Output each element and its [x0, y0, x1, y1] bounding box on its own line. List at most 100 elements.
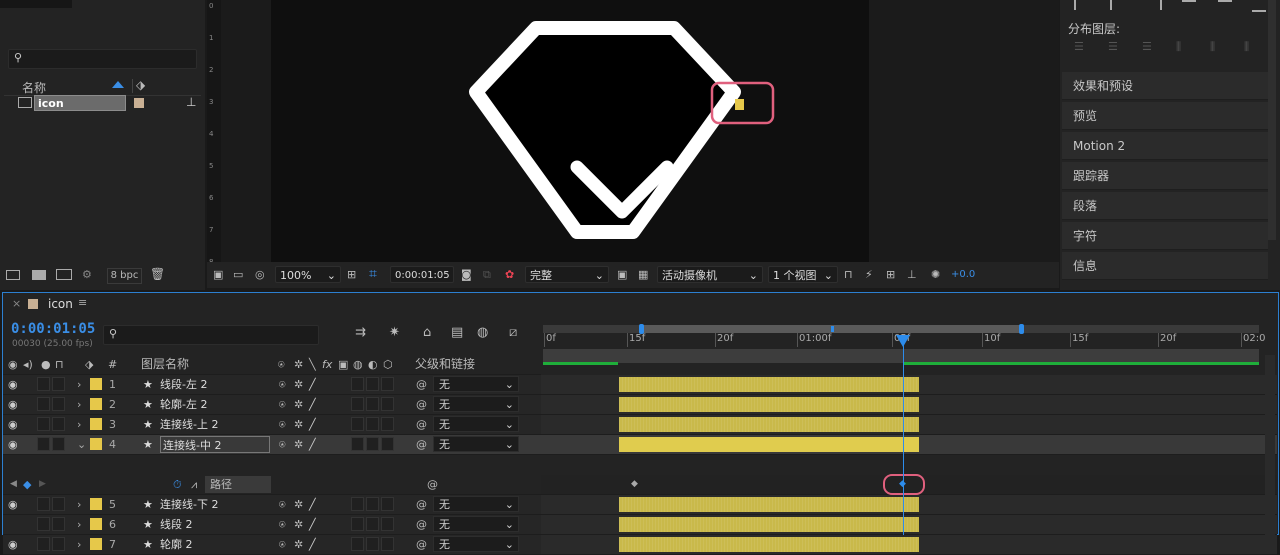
chevron-right-icon[interactable]: › — [77, 496, 81, 513]
adjustment-toggle[interactable] — [366, 537, 379, 551]
layer-duration-bar[interactable] — [619, 537, 919, 552]
shy-switch-icon[interactable]: ⍟ — [278, 356, 285, 373]
next-keyframe-icon[interactable]: ▶ — [39, 476, 46, 493]
exposure-reset-icon[interactable]: ✺ — [931, 266, 940, 283]
shy-switch-icon[interactable]: ⍟ — [279, 436, 286, 453]
column-name-label[interactable]: 名称 — [22, 79, 46, 96]
timeline-search-input[interactable]: ⚲ — [103, 325, 319, 345]
adjustment-toggle[interactable] — [366, 377, 379, 391]
draft-3d-icon[interactable]: ✷ — [389, 325, 400, 340]
motion-blur-toggle[interactable] — [351, 377, 364, 391]
layer-duration-bar[interactable] — [619, 517, 919, 532]
3d-toggle[interactable] — [381, 437, 394, 451]
new-composition-icon[interactable] — [56, 269, 72, 280]
chevron-right-icon[interactable]: › — [77, 416, 81, 433]
frame-blend-switch-icon[interactable]: ▣ — [338, 356, 348, 373]
solo-toggle[interactable] — [37, 377, 50, 391]
pick-whip-icon[interactable]: @ — [416, 496, 427, 513]
motion-blur-toggle[interactable] — [351, 497, 364, 511]
collapse-switch-icon[interactable]: ✲ — [294, 536, 303, 553]
trash-icon[interactable]: 🗑 — [150, 267, 165, 281]
playhead-handle[interactable] — [896, 335, 910, 347]
right-panel-scrollbar[interactable] — [1268, 0, 1276, 240]
layer-track[interactable] — [541, 395, 1277, 415]
show-snapshot-icon[interactable]: ⧉ — [483, 266, 491, 283]
distribute-right-icon[interactable]: ⫼ — [1244, 40, 1249, 54]
quality-switch-icon[interactable]: ╱ — [309, 496, 316, 513]
layer-name[interactable]: 连接线-上 2 — [160, 416, 218, 433]
align-bottom-icon[interactable] — [1252, 0, 1266, 12]
collapse-switch-icon[interactable]: ✲ — [294, 516, 303, 533]
safe-margins-icon[interactable]: ⊞ — [347, 266, 356, 283]
pick-whip-icon[interactable]: @ — [416, 536, 427, 553]
layer-label-color[interactable] — [90, 498, 102, 510]
close-icon[interactable]: × — [12, 297, 21, 310]
shy-switch-icon[interactable]: ⍟ — [279, 396, 286, 413]
quality-switch-icon[interactable]: ╱ — [309, 396, 316, 413]
collapse-switch-icon[interactable]: ✲ — [294, 376, 303, 393]
motion-blur-toggle[interactable] — [351, 537, 364, 551]
solo-toggle[interactable] — [37, 397, 50, 411]
audio-icon[interactable]: ◂) — [23, 356, 33, 373]
chevron-right-icon[interactable]: › — [77, 536, 81, 553]
lock-icon[interactable]: ⊓ — [55, 356, 64, 373]
timeline-track-area[interactable]: 0f15f20f01:00f05f10f15f20f02:0 ◆ ◆ — [541, 315, 1277, 555]
camera-dropdown[interactable]: 活动摄像机 ⌄ — [657, 266, 763, 283]
layer-duration-bar[interactable] — [619, 377, 919, 392]
quality-switch-icon[interactable]: ╲ — [309, 356, 316, 373]
panel-motion-2[interactable]: Motion 2 — [1062, 132, 1268, 160]
layer-track[interactable] — [541, 415, 1277, 435]
motion-blur-toggle[interactable] — [351, 517, 364, 531]
parent-dropdown[interactable]: 无 ⌄ — [433, 496, 519, 512]
always-preview-icon[interactable]: ▣ — [213, 266, 223, 283]
collapse-switch-icon[interactable]: ✲ — [294, 356, 303, 373]
work-area-bar[interactable] — [543, 349, 1259, 363]
shy-switch-icon[interactable]: ⍟ — [279, 536, 286, 553]
panel-tracker[interactable]: 跟踪器 — [1062, 162, 1268, 190]
adjustment-toggle[interactable] — [366, 397, 379, 411]
effects-switch-icon[interactable]: fx — [322, 356, 332, 373]
layer-label-color[interactable] — [90, 538, 102, 550]
composition-canvas[interactable] — [271, 0, 869, 262]
transparency-grid-icon[interactable]: ▦ — [638, 266, 648, 283]
quality-switch-icon[interactable]: ╱ — [309, 436, 316, 453]
layer-track[interactable] — [541, 435, 1277, 455]
solo-toggle[interactable] — [37, 517, 50, 531]
layer-row[interactable]: ◉ › 2 ★ 轮廓-左 2 ⍟ ✲ ╱ @ 无 ⌄ — [3, 395, 541, 415]
adjustment-toggle[interactable] — [366, 497, 379, 511]
collapse-switch-icon[interactable]: ✲ — [294, 396, 303, 413]
layer-name[interactable]: 线段-左 2 — [160, 376, 207, 393]
layer-row[interactable]: ◉ › 3 ★ 连接线-上 2 ⍟ ✲ ╱ @ 无 ⌄ — [3, 415, 541, 435]
solo-toggle[interactable] — [37, 537, 50, 551]
3d-toggle[interactable] — [381, 517, 394, 531]
layer-duration-bar[interactable] — [619, 417, 919, 432]
layer-row[interactable]: ◉ › 7 ★ 轮廓 2 ⍟ ✲ ╱ @ 无 ⌄ — [3, 535, 541, 555]
3d-toggle[interactable] — [381, 537, 394, 551]
eye-icon[interactable]: ◉ — [8, 536, 18, 553]
layer-row[interactable]: › 6 ★ 线段 2 ⍟ ✲ ╱ @ 无 ⌄ — [3, 515, 541, 535]
monitor-icon[interactable]: ▭ — [233, 266, 243, 283]
lock-toggle[interactable] — [52, 517, 65, 531]
layer-track[interactable] — [541, 375, 1277, 395]
eye-icon[interactable]: ◉ — [8, 496, 18, 513]
align-middle-icon[interactable] — [1218, 0, 1232, 12]
comp-flowchart-icon[interactable]: ⇉ — [355, 325, 366, 340]
bit-depth-button[interactable]: 8 bpc — [107, 268, 142, 284]
add-keyframe-icon[interactable]: ◆ — [23, 476, 31, 493]
composition-viewer[interactable] — [221, 0, 1059, 262]
3d-toggle[interactable] — [381, 417, 394, 431]
distribute-top-icon[interactable]: ☰ — [1074, 40, 1084, 53]
tab-menu-icon[interactable]: ≡ — [78, 296, 87, 309]
parent-link-header[interactable]: 父级和链接 — [415, 356, 475, 373]
flowchart-icon[interactable]: ⊥ — [186, 95, 196, 109]
chevron-down-icon[interactable]: ⌄ — [77, 436, 86, 453]
keyframe-start[interactable]: ◆ — [631, 479, 638, 489]
parent-dropdown[interactable]: 无 ⌄ — [433, 516, 519, 532]
layer-label-color[interactable] — [90, 378, 102, 390]
vr-goggles-icon[interactable]: ◎ — [255, 266, 265, 283]
motion-blur-toggle[interactable] — [351, 437, 364, 451]
snapshot-camera-icon[interactable]: ◙ — [461, 266, 472, 283]
chevron-right-icon[interactable]: › — [77, 376, 81, 393]
layer-name[interactable]: 轮廓 2 — [160, 536, 193, 553]
layer-name[interactable]: 连接线-中 2 — [160, 436, 270, 453]
